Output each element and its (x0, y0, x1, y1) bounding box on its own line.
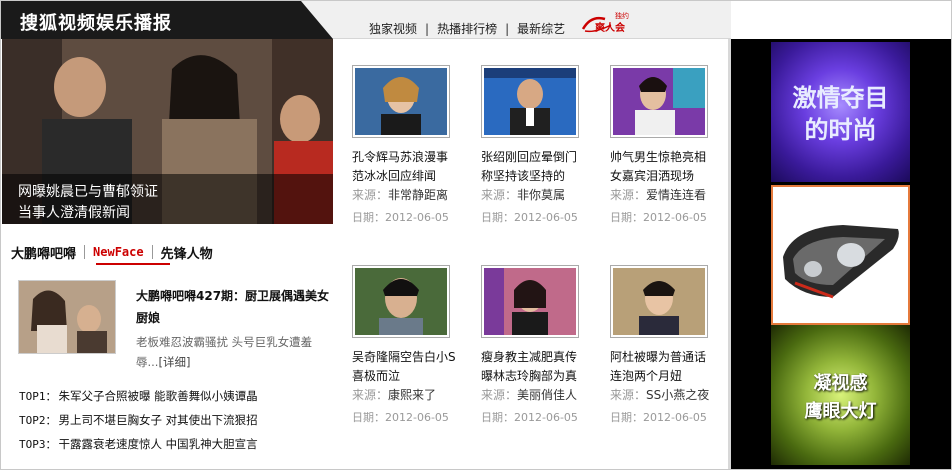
list-item[interactable]: TOP1： 朱军父子合照被曝 能歌善舞似小姨谭晶 (19, 387, 258, 411)
video-source: 来源：康熙来了 (352, 386, 436, 403)
video-title[interactable]: 阿杜被曝为普通话连泡两个月妞 (610, 348, 716, 386)
nav-separator: | (425, 21, 430, 36)
list-item[interactable]: TOP2： 男上司不堪巨胸女子 对其使出下流狠招 (19, 411, 258, 435)
ad-panel-headlight[interactable] (771, 185, 910, 325)
ad-banner[interactable]: 激情夺目 的时尚 凝视感 鹰眼大灯 (731, 39, 951, 469)
video-title[interactable]: 帅气男生惊艳亮相女嘉宾泪洒现场 (610, 148, 716, 186)
top-list: TOP1： 朱军父子合照被曝 能歌善舞似小姨谭晶 TOP2： 男上司不堪巨胸女子 对… (19, 387, 258, 459)
video-title[interactable]: 张绍刚回应晕倒门称坚持该坚持的 (481, 148, 587, 186)
video-photo (613, 68, 705, 135)
feature-more-link[interactable]: [详细] (158, 355, 190, 369)
video-date: 日期：2012-06-05 (610, 411, 707, 424)
video-thumbnail[interactable] (481, 265, 579, 338)
hero-caption-line-1[interactable]: 网曝姚晨已与曹郁领证 (18, 181, 158, 201)
ad-bottom-text: 凝视感 鹰眼大灯 (771, 370, 910, 426)
video-photo (355, 268, 447, 335)
video-photo (613, 268, 705, 335)
left-tabs: 大鹏嘚吧嘚 NewFace 先锋人物 (2, 239, 333, 265)
source-label: 来源： (352, 188, 389, 202)
top-text[interactable]: 男上司不堪巨胸女子 对其使出下流狠招 (59, 413, 258, 427)
video-date: 日期：2012-06-05 (352, 211, 449, 224)
video-date: 日期：2012-06-05 (481, 411, 578, 424)
source-value[interactable]: 非常静距离 (388, 188, 448, 202)
video-source: 来源：爱情连连看 (610, 186, 706, 203)
tab-dapeng[interactable]: 大鹏嘚吧嘚 (2, 243, 84, 262)
header-bar: 搜狐视频娱乐播报 独家视频 | 热播排行榜 | 最新综艺 独约 爽人会 (1, 1, 731, 39)
tab-newface[interactable]: NewFace (84, 245, 153, 259)
feature-photo (19, 281, 115, 353)
header-nav: 独家视频 | 热播排行榜 | 最新综艺 (369, 20, 565, 37)
source-value[interactable]: 爱情连连看 (646, 188, 706, 202)
source-label: 来源： (481, 388, 518, 402)
headlight-image (783, 225, 899, 299)
top-text[interactable]: 朱军父子合照被曝 能歌善舞似小姨谭晶 (59, 389, 258, 403)
video-thumbnail[interactable] (481, 65, 579, 138)
video-source: 来源：非你莫属 (481, 186, 565, 203)
video-photo (484, 68, 576, 135)
video-source: 来源：美丽俏佳人 (481, 386, 577, 403)
source-value[interactable]: 非你莫属 (517, 188, 565, 202)
video-date: 日期：2012-06-05 (481, 211, 578, 224)
video-title[interactable]: 孔令辉马苏浪漫事范冰冰回应绯闻 (352, 148, 458, 186)
ad-top-text: 激情夺目 的时尚 (771, 82, 910, 146)
hero-caption: 网曝姚晨已与曹郁领证 当事人澄清假新闻 (2, 174, 333, 224)
active-tab-indicator (96, 263, 170, 265)
source-label: 来源： (481, 188, 518, 202)
video-source: 来源：非常静距离 (352, 186, 448, 203)
nav-separator: | (505, 21, 510, 36)
source-value[interactable]: 康熙来了 (388, 388, 436, 402)
feature-title[interactable]: 大鹏嘚吧嘚427期：厨卫展偶遇美女厨娘 (136, 285, 331, 329)
list-item[interactable]: TOP3： 干露露衰老速度惊人 中国乳神大胆宣言 (19, 435, 258, 459)
header-title[interactable]: 搜狐视频娱乐播报 (20, 9, 172, 35)
top-rank: TOP1： (19, 390, 57, 403)
top-rank: TOP2： (19, 414, 57, 427)
feature-description: 老板难忍波霸骚扰 头号巨乳女遭羞辱...[详细] (136, 332, 331, 372)
video-title[interactable]: 瘦身教主减肥真传曝林志玲胸部为真 (481, 348, 587, 386)
ad-bottom-line-2: 鹰眼大灯 (804, 401, 877, 422)
source-label: 来源： (610, 388, 647, 402)
source-value[interactable]: SS小燕之夜 (646, 388, 709, 402)
source-label: 来源： (352, 388, 389, 402)
source-value[interactable]: 美丽俏佳人 (517, 388, 577, 402)
video-photo (484, 268, 576, 335)
video-thumbnail[interactable] (610, 65, 708, 138)
ad-top-line-1: 激情夺目 (792, 84, 889, 112)
video-date: 日期：2012-06-05 (610, 211, 707, 224)
nav-link-exclusive[interactable]: 独家视频 (369, 20, 417, 37)
top-rank: TOP3： (19, 438, 57, 451)
tab-pioneer[interactable]: 先锋人物 (153, 243, 221, 262)
sponsor-logo[interactable]: 独约 爽人会 (581, 11, 637, 35)
video-thumbnail[interactable] (610, 265, 708, 338)
video-thumbnail[interactable] (352, 65, 450, 138)
feature-thumbnail[interactable] (18, 280, 116, 354)
video-date: 日期：2012-06-05 (352, 411, 449, 424)
nav-link-ranking[interactable]: 热播排行榜 (437, 20, 497, 37)
top-text[interactable]: 干露露衰老速度惊人 中国乳神大胆宣言 (59, 437, 258, 451)
ad-panel-bottom[interactable]: 凝视感 鹰眼大灯 (771, 325, 910, 465)
ad-panel-top[interactable]: 激情夺目 的时尚 (771, 42, 910, 182)
header-title-block: 搜狐视频娱乐播报 (1, 1, 333, 39)
source-label: 来源： (610, 188, 647, 202)
video-source: 来源：SS小燕之夜 (610, 386, 709, 403)
video-photo (355, 68, 447, 135)
video-entertainment-widget: 搜狐视频娱乐播报 独家视频 | 热播排行榜 | 最新综艺 独约 爽人会 网曝姚晨… (0, 0, 952, 470)
video-title[interactable]: 吴奇隆隔空告白小S喜极而泣 (352, 348, 458, 386)
ad-top-line-2: 的时尚 (804, 116, 877, 144)
ad-bottom-line-1: 凝视感 (813, 373, 868, 394)
nav-link-variety[interactable]: 最新综艺 (517, 20, 565, 37)
hero-news-image[interactable]: 网曝姚晨已与曹郁领证 当事人澄清假新闻 (2, 39, 333, 224)
hero-caption-line-2[interactable]: 当事人澄清假新闻 (18, 202, 130, 222)
sponsor-logo-text: 爽人会 (595, 23, 625, 34)
video-thumbnail[interactable] (352, 265, 450, 338)
